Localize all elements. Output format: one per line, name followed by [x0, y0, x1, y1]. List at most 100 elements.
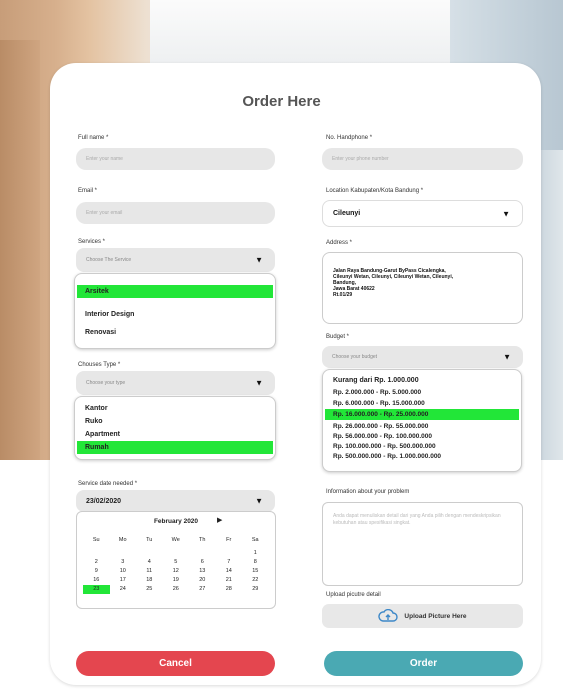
budget-option[interactable]: Rp. 26.000.000 - Rp. 55.000.000	[325, 421, 519, 431]
calendar-day[interactable]: 27	[189, 585, 216, 594]
services-option[interactable]: Arsitek	[77, 285, 273, 298]
weekday-label: Mo	[118, 537, 127, 543]
budget-option[interactable]: Rp. 100.000.000 - Rp. 500.000.000	[325, 441, 519, 451]
problem-label: Information about your problem	[326, 489, 410, 495]
weekday-label: We	[171, 537, 180, 543]
calendar-day[interactable]: 13	[189, 567, 216, 576]
calendar-day[interactable]: 11	[136, 567, 163, 576]
calendar-day[interactable]: 6	[189, 558, 216, 567]
budget-select[interactable]: Choose your budget ▼	[322, 346, 523, 368]
services-option[interactable]: Interior Design	[77, 308, 273, 321]
order-button[interactable]: Order	[324, 651, 523, 676]
calendar-day[interactable]: 25	[136, 585, 163, 594]
services-label: Services *	[78, 239, 106, 245]
upload-label: Upload picutre detail	[326, 592, 381, 598]
type-option[interactable]: Kantor	[77, 402, 273, 415]
services-select[interactable]: Choose The Service ▼	[76, 248, 275, 272]
calendar-day[interactable]: 18	[136, 576, 163, 585]
calendar-month: February 2020	[153, 518, 199, 525]
budget-option[interactable]: Rp. 500.000.000 - Rp. 1.000.000.000	[325, 451, 519, 461]
calendar-day[interactable]: 14	[216, 567, 243, 576]
next-month-icon[interactable]: ▶	[217, 516, 222, 524]
calendar-day[interactable]: 3	[110, 558, 137, 567]
calendar-empty-cell	[83, 549, 110, 558]
weekday-label: Sa	[251, 537, 259, 543]
services-placeholder: Choose The Service	[86, 257, 132, 263]
type-option[interactable]: Ruko	[77, 415, 273, 428]
budget-placeholder: Choose your budget	[332, 354, 378, 360]
calendar-day[interactable]: 5	[163, 558, 190, 567]
date-calendar: February 2020 ▶ Su Mo Tu We Th Fr Sa 1 2 3 4 5 6 7 8 9 1…	[76, 511, 276, 609]
services-option[interactable]: Renovasi	[77, 326, 273, 339]
calendar-day[interactable]: 20	[189, 576, 216, 585]
email-label: Email *	[78, 188, 98, 194]
address-input[interactable]: Jalan Raya Bandung-Garut ByPass Cicaleng…	[322, 252, 523, 324]
chevron-down-icon[interactable]: ▼	[255, 497, 263, 506]
budget-label: Budget *	[326, 334, 350, 340]
calendar-day[interactable]: 23	[83, 585, 110, 594]
location-select[interactable]: Cileunyi ▼	[322, 200, 523, 227]
weekday-label: Fr	[226, 537, 232, 543]
calendar-day[interactable]: 1	[242, 549, 269, 558]
calendar-day[interactable]: 17	[110, 576, 137, 585]
type-option[interactable]: Rumah	[77, 441, 273, 454]
date-label: Service date needed *	[78, 481, 138, 487]
calendar-empty-cell	[110, 549, 137, 558]
location-label: Location Kabupaten/Kota Bandung *	[326, 188, 424, 194]
cancel-button[interactable]: Cancel	[76, 651, 275, 676]
calendar-empty-cell	[189, 549, 216, 558]
type-select[interactable]: Choose your type ▼	[76, 371, 275, 395]
calendar-day[interactable]: 21	[216, 576, 243, 585]
budget-option[interactable]: Rp. 6.000.000 - Rp. 15.000.000	[325, 398, 519, 409]
budget-option[interactable]: Rp. 2.000.000 - Rp. 5.000.000	[325, 387, 519, 398]
full-name-input[interactable]: Enter your name	[76, 148, 275, 170]
calendar-day[interactable]: 22	[242, 576, 269, 585]
calendar-day[interactable]: 9	[83, 567, 110, 576]
date-value: 23/02/2020	[86, 497, 122, 505]
calendar-day[interactable]: 12	[163, 567, 190, 576]
calendar-week-row: 23 24 25 26 27 28 29	[83, 585, 269, 594]
calendar-day[interactable]: 15	[242, 567, 269, 576]
upload-button[interactable]: Upload Picture Here	[322, 604, 523, 628]
services-dropdown: Arsitek Interior Design Renovasi	[74, 273, 276, 349]
budget-dropdown: Kurang dari Rp. 1.000.000 Rp. 2.000.000 …	[322, 369, 522, 472]
type-option[interactable]: Apartment	[77, 428, 273, 441]
calendar-day[interactable]: 4	[136, 558, 163, 567]
location-value: Cileunyi	[333, 210, 361, 217]
chevron-down-icon[interactable]: ▼	[502, 209, 510, 218]
budget-option[interactable]: Rp. 16.000.000 - Rp. 25.000.000	[325, 409, 519, 420]
type-label: Chouses Type *	[78, 362, 121, 368]
chevron-down-icon[interactable]: ▼	[503, 353, 511, 362]
page-title: Order Here	[242, 93, 321, 110]
type-placeholder: Choose your type	[86, 380, 126, 386]
calendar-day[interactable]: 16	[83, 576, 110, 585]
cloud-upload-icon	[378, 608, 399, 624]
calendar-week-row: 2345678	[83, 558, 269, 567]
calendar-empty-cell	[216, 549, 243, 558]
calendar-day[interactable]: 24	[110, 585, 137, 594]
calendar-day[interactable]: 28	[216, 585, 243, 594]
calendar-day[interactable]: 19	[163, 576, 190, 585]
calendar-empty-cell	[163, 549, 190, 558]
chevron-down-icon[interactable]: ▼	[255, 379, 263, 388]
calendar-empty-cell	[136, 549, 163, 558]
calendar-day[interactable]: 29	[242, 585, 269, 594]
email-input[interactable]: Enter your email	[76, 202, 275, 224]
calendar-week-row: 16 17 18 19 20 21 22	[83, 576, 269, 585]
chevron-down-icon[interactable]: ▼	[255, 256, 263, 265]
date-select[interactable]: 23/02/2020 ▼	[76, 490, 275, 512]
calendar-day[interactable]: 8	[242, 558, 269, 567]
budget-option[interactable]: Kurang dari Rp. 1.000.000	[325, 375, 519, 386]
upload-button-label: Upload Picture Here	[404, 612, 467, 620]
calendar-day[interactable]: 26	[163, 585, 190, 594]
budget-option[interactable]: Rp. 56.000.000 - Rp. 100.000.000	[325, 431, 519, 441]
calendar-day[interactable]: 7	[216, 558, 243, 567]
calendar-day[interactable]: 10	[110, 567, 137, 576]
calendar-grid: Su Mo Tu We Th Fr Sa 1 2 3 4 5 6 7 8 9 10 11 12 13 14 15 16 17 1…	[83, 536, 269, 594]
problem-textarea[interactable]: Anda dapat menuliskan detail dari yang A…	[322, 502, 523, 586]
calendar-week-row: 9 10 11 12 13 14 15	[83, 567, 269, 576]
type-dropdown: Kantor Ruko Apartment Rumah	[74, 396, 276, 460]
calendar-day[interactable]: 2	[83, 558, 110, 567]
phone-input[interactable]: Enter your phone number	[322, 148, 523, 170]
calendar-week-row: 1	[83, 549, 269, 558]
